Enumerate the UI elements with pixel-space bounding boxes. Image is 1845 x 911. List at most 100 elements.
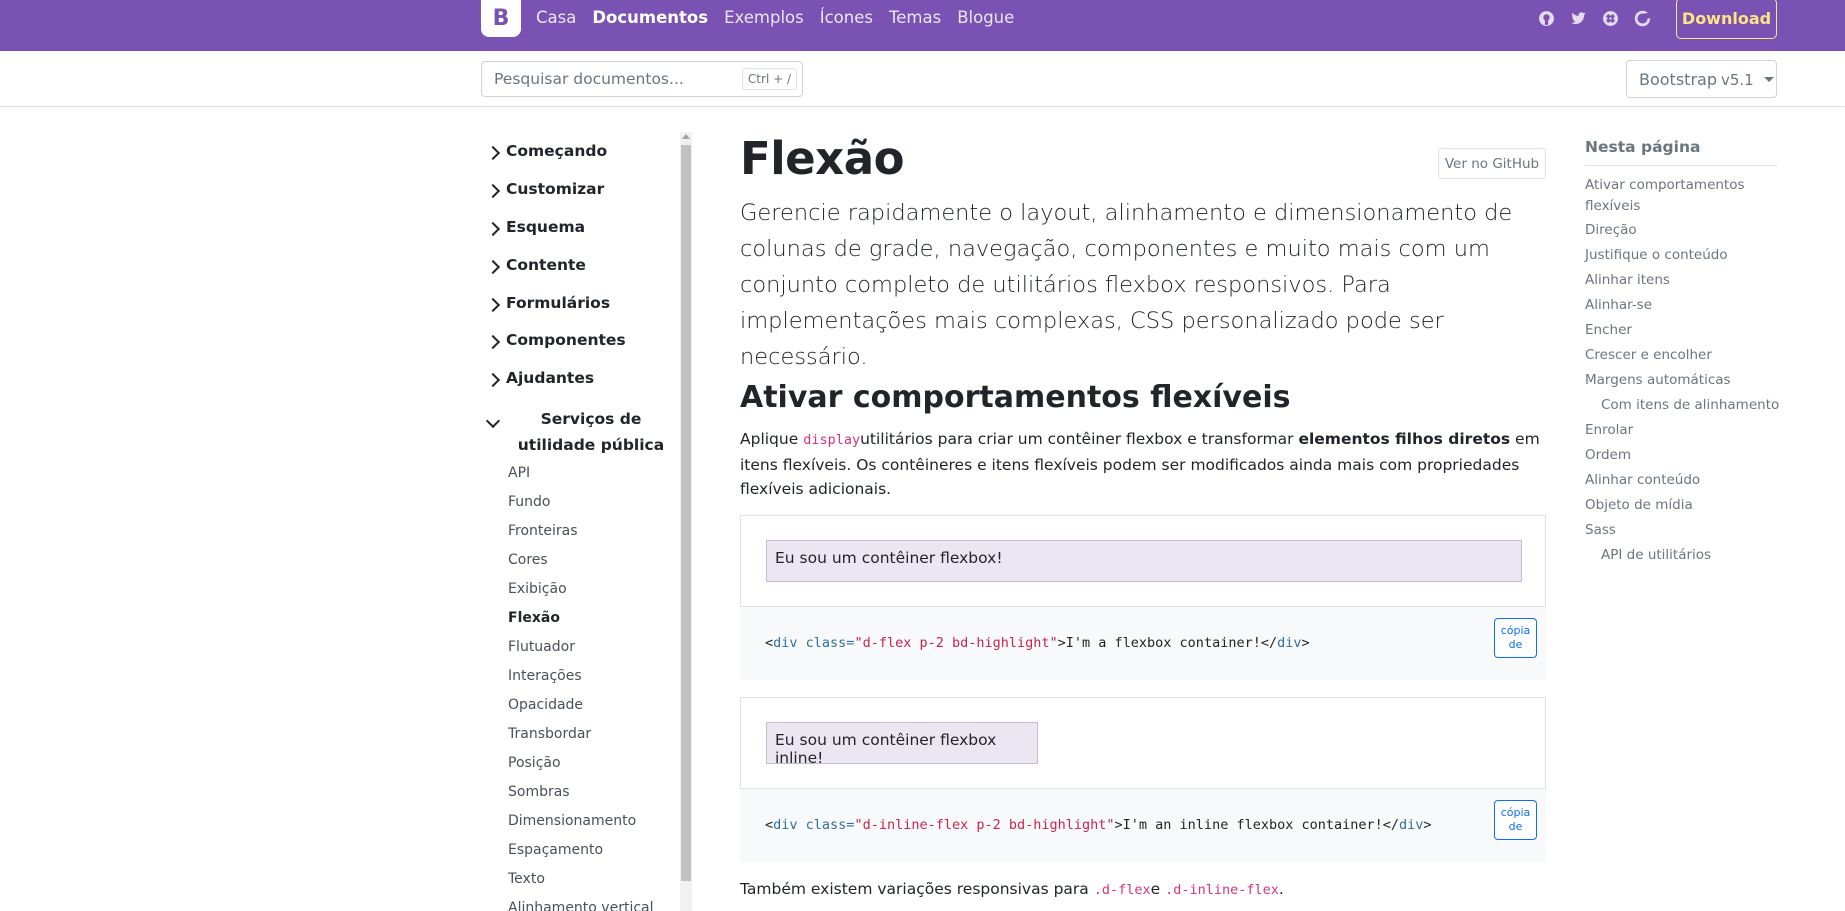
para-bold: elementos filhos diretos (1298, 430, 1511, 448)
inline-code: .d-inline-flex (1165, 882, 1279, 898)
toc-link[interactable]: Justifique o conteúdo (1585, 245, 1785, 266)
code-content: >I'm a flexbox container!</ (1057, 635, 1278, 651)
chevron-right-icon (485, 183, 501, 199)
sidebar-item-dimensionamento[interactable]: Dimensionamento (508, 813, 636, 829)
sidebar-section-customizar[interactable]: Customizar (481, 180, 604, 199)
nav-link-icones[interactable]: Ícones (820, 8, 873, 27)
github-icon[interactable] (1537, 9, 1555, 27)
sidebar-section-label: Esquema (506, 218, 586, 236)
sidebar-section-contente[interactable]: Contente (481, 256, 586, 275)
sidebar-item-exibicao[interactable]: Exibição (508, 581, 567, 597)
sidebar-item-cores[interactable]: Cores (508, 552, 548, 568)
code-string: "d-inline-flex p-2 bd-highlight" (854, 817, 1115, 833)
sidebar-item-alinhamento-vertical[interactable]: Alinhamento vertical (508, 900, 654, 911)
sidebar-section-esquema[interactable]: Esquema (481, 218, 586, 237)
opencollective-icon[interactable] (1633, 9, 1651, 27)
search-shortcut: Ctrl + / (741, 68, 797, 90)
sidebar-section-label: Contente (506, 256, 586, 274)
toc-link[interactable]: Ordem (1585, 445, 1785, 466)
sidebar-item-fundo[interactable]: Fundo (508, 494, 551, 510)
toc-link[interactable]: Objeto de mídia (1585, 495, 1785, 516)
nav-link-temas[interactable]: Temas (889, 8, 941, 27)
sidebar-item-transbordar[interactable]: Transbordar (508, 726, 591, 742)
toc-link[interactable]: Com itens de alinhamento (1601, 395, 1801, 416)
section-heading: Ativar comportamentos flexíveis (740, 380, 1291, 415)
bootstrap-logo[interactable]: B (481, 0, 521, 37)
toc-divider (1585, 165, 1777, 166)
code-line: <div class="d-flex p-2 bd-highlight">I'm… (765, 635, 1310, 651)
example-preview-flex: Eu sou um contêiner flexbox! (740, 515, 1546, 607)
twitter-icon[interactable] (1569, 9, 1587, 27)
code-snippet-flex: <div class="d-flex p-2 bd-highlight">I'm… (740, 607, 1546, 680)
para-text: . (1278, 880, 1284, 898)
slack-icon[interactable] (1601, 9, 1619, 27)
chevron-down-icon (485, 413, 501, 429)
nav-link-casa[interactable]: Casa (536, 8, 576, 27)
toc-link[interactable]: Direção (1585, 220, 1785, 241)
chevron-right-icon (485, 221, 501, 237)
inline-code: display (803, 432, 861, 448)
toc-link[interactable]: Crescer e encolher (1585, 345, 1785, 366)
sidebar-item-espacamento[interactable]: Espaçamento (508, 842, 603, 858)
sidebar-item-api[interactable]: API (508, 465, 530, 481)
para-text: Também existem variações responsivas par… (740, 880, 1094, 898)
toc-link[interactable]: Enrolar (1585, 420, 1785, 441)
section-paragraph: Aplique displayutilitários para criar um… (740, 427, 1550, 502)
copy-button[interactable]: cópia de (1494, 800, 1537, 840)
version-label: Bootstrap (1639, 69, 1717, 89)
nav-link-blogue[interactable]: Blogue (957, 8, 1014, 27)
nav-link-exemplos[interactable]: Exemplos (724, 8, 804, 27)
code-tag: <div (765, 635, 798, 651)
toc-link[interactable]: Ativar comportamentos flexíveis (1585, 175, 1750, 217)
sidebar-item-texto[interactable]: Texto (508, 871, 545, 887)
sidebar-item-sombras[interactable]: Sombras (508, 784, 570, 800)
toc-link[interactable]: Sass (1585, 520, 1785, 541)
sidebar-section-label: Ajudantes (506, 369, 595, 387)
para-text: Aplique (740, 430, 804, 448)
chevron-right-icon (485, 372, 501, 388)
copy-label: de (1508, 820, 1523, 833)
view-on-github-button[interactable]: Ver no GitHub (1438, 148, 1546, 179)
toc-link[interactable]: Alinhar-se (1585, 295, 1785, 316)
code-attr: class= (797, 635, 855, 651)
copy-button[interactable]: cópia de (1494, 618, 1537, 658)
chevron-right-icon (485, 297, 501, 313)
main-nav: Casa Documentos Exemplos Ícones Temas Bl… (536, 8, 1030, 27)
inline-code: .d-flex (1093, 882, 1151, 898)
code-snippet-inline-flex: <div class="d-inline-flex p-2 bd-highlig… (740, 789, 1546, 862)
chevron-right-icon (485, 334, 501, 350)
sidebar-section-formularios[interactable]: Formulários (481, 294, 610, 313)
version-dropdown[interactable]: Bootstrap v5.1 (1626, 60, 1777, 98)
sidebar-section-componentes[interactable]: Componentes (481, 331, 626, 350)
docs-subnav: Pesquisar documentos... Ctrl + / Bootstr… (0, 51, 1845, 107)
sidebar-section-label: Componentes (506, 331, 626, 349)
sidebar-item-flutuador[interactable]: Flutuador (508, 639, 575, 655)
code-tag: <div (765, 817, 798, 833)
search-input[interactable]: Pesquisar documentos... Ctrl + / (481, 61, 803, 97)
toc-link[interactable]: Alinhar itens (1585, 270, 1785, 291)
toc-link[interactable]: Encher (1585, 320, 1785, 341)
chevron-right-icon (485, 145, 501, 161)
code-attr: class= (797, 817, 855, 833)
nav-link-documentos[interactable]: Documentos (592, 8, 708, 27)
sidebar-item-opacidade[interactable]: Opacidade (508, 697, 583, 713)
sidebar-section-comecando[interactable]: Começando (481, 142, 608, 161)
toc-title: Nesta página (1585, 138, 1701, 156)
flex-container-demo: Eu sou um contêiner flexbox! (766, 540, 1522, 582)
inline-flex-container-demo: Eu sou um contêiner flexbox inline! (766, 722, 1038, 767)
download-button[interactable]: Download (1676, 0, 1777, 39)
code-line: <div class="d-inline-flex p-2 bd-highlig… (765, 817, 1432, 833)
sidebar-section-label: Começando (506, 142, 608, 160)
example-preview-inline-flex: Eu sou um contêiner flexbox inline! (740, 697, 1546, 789)
sidebar-section-ajudantes[interactable]: Ajudantes (481, 369, 595, 388)
top-navbar: B Casa Documentos Exemplos Ícones Temas … (0, 0, 1845, 51)
sidebar-item-flexao[interactable]: Flexão (508, 610, 560, 626)
toc-link[interactable]: API de utilitários (1601, 545, 1801, 566)
toc-link[interactable]: Alinhar conteúdo (1585, 470, 1785, 491)
toc-link[interactable]: Margens automáticas (1585, 370, 1785, 391)
sidebar-item-fronteiras[interactable]: Fronteiras (508, 523, 578, 539)
copy-label: cópia (1500, 806, 1531, 819)
sidebar-item-interacoes[interactable]: Interações (508, 668, 582, 684)
sidebar-item-posicao[interactable]: Posição (508, 755, 561, 771)
sidebar-section-servicos[interactable]: Serviços de utilidade pública (481, 406, 681, 458)
